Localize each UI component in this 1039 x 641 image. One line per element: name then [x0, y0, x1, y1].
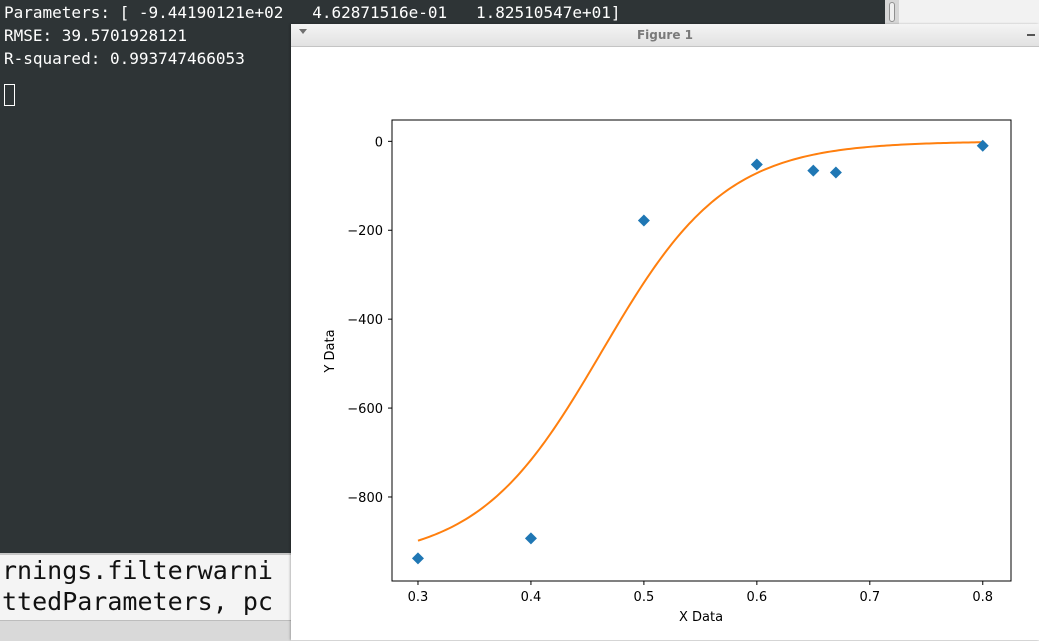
y-tick-label: −800: [347, 491, 383, 506]
x-tick-label: 0.4: [521, 590, 542, 605]
figure-titlebar[interactable]: Figure 1: [291, 24, 1039, 47]
x-axis-label: X Data: [679, 610, 723, 625]
code-line: rnings.filterwarni: [2, 556, 273, 585]
plot-area: [391, 119, 1012, 582]
x-tick-label: 0.6: [747, 590, 768, 605]
code-line: ttedParameters, pc: [2, 587, 273, 616]
x-tick-label: 0.5: [634, 590, 655, 605]
x-axis: 0.3 0.4 0.5 0.6 0.7 0.8: [408, 581, 993, 605]
minimize-icon[interactable]: [1027, 34, 1035, 36]
y-axis: 0 −200 −400 −600 −800: [347, 135, 392, 506]
x-tick-label: 0.7: [859, 590, 880, 605]
x-tick-label: 0.8: [972, 590, 993, 605]
figure-window[interactable]: Figure 1 0.3 0.4 0.5 0.6 0.7 0.8 0 −200 −400 −60…: [291, 24, 1039, 640]
y-tick-label: −600: [347, 402, 383, 417]
terminal-scrollbar-thumb[interactable]: [889, 2, 895, 22]
y-tick-label: 0: [375, 135, 383, 150]
y-axis-label: Y Data: [323, 329, 338, 373]
x-tick-label: 0.3: [408, 590, 429, 605]
y-tick-label: −400: [347, 313, 383, 328]
terminal-cursor: [4, 84, 15, 106]
terminal-line-parameters: Parameters: [ -9.44190121e+02 4.62871516…: [4, 3, 621, 22]
background-window-strip: [899, 0, 1039, 25]
chart: 0.3 0.4 0.5 0.6 0.7 0.8 0 −200 −400 −600 −800 X D…: [323, 119, 1012, 625]
editor-scrollbar[interactable]: [0, 620, 291, 641]
figure-title: Figure 1: [636, 28, 694, 42]
y-tick-label: −200: [347, 224, 383, 239]
